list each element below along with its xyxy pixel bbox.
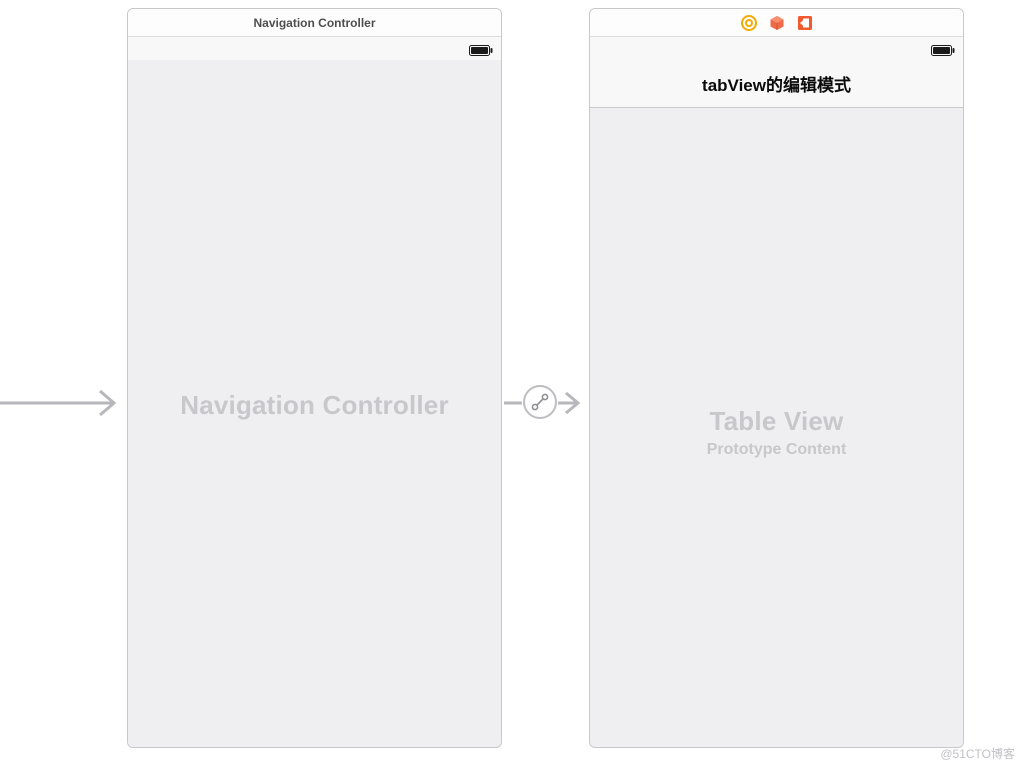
exit-icon[interactable] bbox=[797, 15, 813, 31]
storyboard-canvas[interactable]: Navigation Controller Navigation Control… bbox=[0, 0, 1021, 766]
navigation-bar[interactable]: tabView的编辑模式 bbox=[590, 60, 963, 108]
view-controller-icon[interactable] bbox=[741, 15, 757, 31]
navigation-controller-scene[interactable]: Navigation Controller Navigation Control… bbox=[127, 8, 502, 748]
status-bar bbox=[590, 37, 963, 60]
table-placeholder-title: Table View bbox=[590, 406, 963, 437]
table-view[interactable]: Table View Prototype Content bbox=[590, 108, 963, 747]
battery-icon bbox=[469, 43, 493, 54]
status-bar bbox=[128, 37, 501, 60]
table-view-controller-scene[interactable]: tabView的编辑模式 Table View Prototype Conten… bbox=[589, 8, 964, 748]
scene-dock[interactable] bbox=[590, 9, 963, 37]
root-vc-segue[interactable] bbox=[504, 388, 589, 418]
scene-title: Navigation Controller bbox=[253, 16, 375, 30]
segue-relationship-icon[interactable] bbox=[523, 385, 557, 419]
nav-bar-title[interactable]: tabView的编辑模式 bbox=[702, 71, 851, 96]
table-placeholder-sub: Prototype Content bbox=[590, 441, 963, 459]
initial-vc-arrow[interactable] bbox=[0, 388, 127, 418]
nav-placeholder-label: Navigation Controller bbox=[128, 390, 501, 421]
watermark: @51CTO博客 bbox=[940, 745, 1015, 762]
first-responder-icon[interactable] bbox=[769, 15, 785, 31]
battery-icon bbox=[931, 43, 955, 54]
nav-content: Navigation Controller bbox=[128, 60, 501, 747]
scene-title-bar[interactable]: Navigation Controller bbox=[128, 9, 501, 37]
